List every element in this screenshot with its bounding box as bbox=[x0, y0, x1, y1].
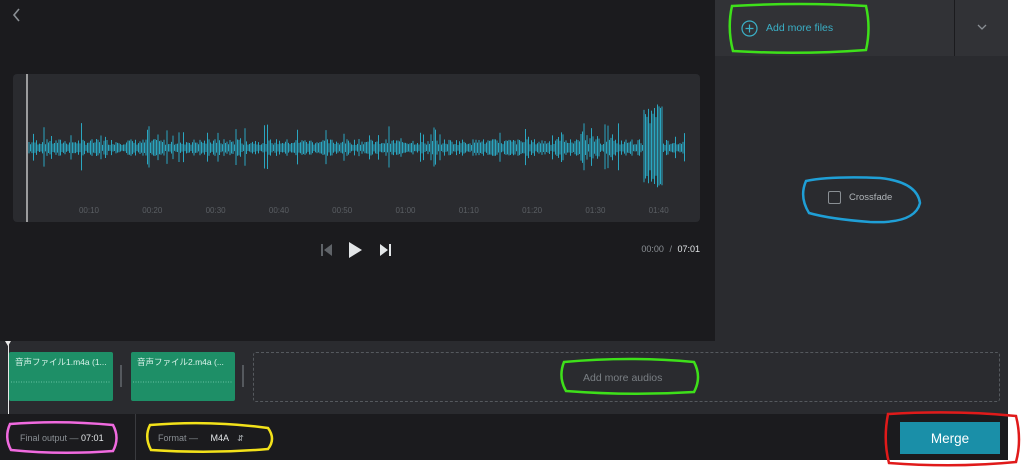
footer-bar: Final output — 07:01 Format — M4A ⇵ Merg… bbox=[0, 414, 1008, 460]
time-marker: 01:00 bbox=[395, 206, 416, 215]
merge-button[interactable]: Merge bbox=[900, 422, 1000, 454]
time-marker: 01:20 bbox=[522, 206, 543, 215]
waveform bbox=[26, 74, 685, 222]
back-chevron-icon[interactable] bbox=[8, 6, 26, 24]
format-label: Format — bbox=[158, 433, 199, 443]
final-output: Final output — 07:01 bbox=[20, 433, 104, 443]
divider bbox=[135, 414, 136, 460]
audio-clip-2[interactable]: 音声ファイル2.m4a (... bbox=[131, 352, 235, 401]
waveform-panel[interactable]: 00:10 00:20 00:30 00:40 00:50 01:00 01:10 01:20… bbox=[13, 74, 700, 222]
plus-circle-icon bbox=[741, 19, 758, 37]
timeline-playhead[interactable] bbox=[8, 341, 9, 414]
final-output-label: Final output — bbox=[20, 433, 79, 443]
clip-drag-handle[interactable] bbox=[242, 365, 244, 387]
skip-forward-icon bbox=[380, 244, 391, 256]
time-marker: 00:10 bbox=[78, 206, 100, 215]
files-dropdown-toggle[interactable] bbox=[955, 0, 1008, 56]
play-icon bbox=[349, 242, 362, 258]
final-output-value: 07:01 bbox=[81, 433, 104, 443]
clip-waveform bbox=[133, 381, 233, 383]
clip-drag-handle[interactable] bbox=[120, 365, 122, 387]
format-select[interactable]: Format — M4A ⇵ bbox=[158, 433, 244, 443]
time-marker: 01:30 bbox=[585, 206, 606, 215]
skip-back-icon bbox=[321, 244, 332, 256]
play-button[interactable] bbox=[347, 240, 363, 265]
side-panel: Add more files Crossfade bbox=[715, 0, 1008, 341]
crossfade-checkbox[interactable] bbox=[828, 191, 841, 204]
current-time: 00:00 bbox=[641, 244, 664, 254]
audio-joiner-app: 00:10 00:20 00:30 00:40 00:50 01:00 01:10 01:20… bbox=[0, 0, 1008, 460]
time-marker: 00:50 bbox=[332, 206, 353, 215]
chevron-down-icon bbox=[977, 24, 987, 30]
updown-arrows-icon: ⇵ bbox=[237, 434, 244, 443]
time-marker: 00:30 bbox=[205, 206, 226, 215]
total-time: 07:01 bbox=[677, 244, 700, 254]
editor-area: 00:10 00:20 00:30 00:40 00:50 01:00 01:10 01:20… bbox=[0, 0, 715, 341]
clip-waveform bbox=[11, 381, 111, 383]
format-value: M4A bbox=[210, 433, 229, 443]
time-marker: 00:40 bbox=[268, 206, 289, 215]
time-marker: 01:40 bbox=[648, 206, 669, 215]
audio-clip-1[interactable]: 音声ファイル1.m4a (1... bbox=[9, 352, 113, 401]
playhead-marker-icon[interactable] bbox=[5, 341, 11, 346]
crossfade-toggle[interactable]: Crossfade bbox=[828, 191, 892, 204]
clip-name: 音声ファイル1.m4a (1... bbox=[15, 357, 107, 367]
add-more-audios-label: Add more audios bbox=[583, 372, 663, 384]
time-readout: 00:00 / 07:01 bbox=[630, 244, 700, 254]
add-more-files-button[interactable]: Add more files bbox=[715, 0, 954, 56]
skip-forward-button[interactable] bbox=[379, 240, 393, 265]
time-marker: 00:20 bbox=[142, 206, 163, 215]
clip-name: 音声ファイル2.m4a (... bbox=[137, 357, 224, 367]
time-separator: / bbox=[669, 244, 672, 254]
skip-back-button[interactable] bbox=[319, 240, 333, 265]
add-more-files-label: Add more files bbox=[766, 22, 834, 34]
crossfade-label: Crossfade bbox=[849, 192, 893, 203]
time-marker: 01:10 bbox=[458, 206, 479, 215]
add-more-audios-dropzone[interactable]: Add more audios bbox=[253, 352, 1000, 402]
timeline: 音声ファイル1.m4a (1... 音声ファイル2.m4a (... Add m… bbox=[0, 341, 1008, 414]
